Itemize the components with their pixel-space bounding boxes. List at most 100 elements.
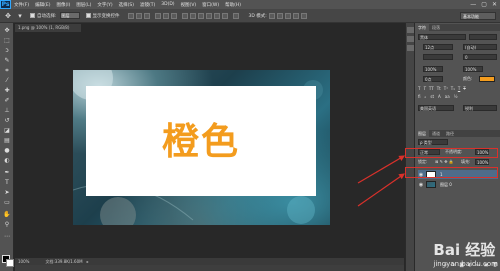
tool-preset-icon[interactable]: ▾ [16,12,24,20]
properties-icon[interactable] [407,36,414,42]
lasso-tool-icon[interactable]: ↄ [2,46,12,55]
subscript-button[interactable]: T₁ [451,86,455,92]
path-select-tool-icon[interactable]: ➤ [2,188,12,197]
blur-tool-icon[interactable]: ● [2,146,12,155]
move-tool-icon[interactable]: ✥ [2,26,12,35]
distribute-left-icon[interactable] [205,12,212,19]
menu-view[interactable]: 视图(V) [178,2,200,8]
align-top-icon[interactable] [127,12,134,19]
character-icon[interactable] [407,45,414,51]
quick-select-tool-icon[interactable]: ✎ [2,56,12,65]
3d-slide-icon[interactable] [292,12,299,19]
distribute-bottom-icon[interactable] [197,12,204,19]
align-bottom-icon[interactable] [143,12,150,19]
swash-button[interactable]: ℴ [425,94,427,100]
auto-align-icon[interactable] [232,12,239,19]
auto-select-checkbox[interactable] [30,13,35,18]
menu-select[interactable]: 选择(S) [116,2,137,8]
align-right-icon[interactable] [170,12,177,19]
fraction-button[interactable]: ½ [454,94,458,100]
auto-select-dropdown[interactable]: 图层 [59,12,80,19]
tab-paths[interactable]: 路径 [443,131,457,137]
3d-scale-icon[interactable] [300,12,307,19]
3d-roll-icon[interactable] [276,12,283,19]
leading-field[interactable]: (自动) [463,44,497,50]
ordinal-button[interactable]: aa [445,94,450,100]
3d-pan-icon[interactable] [284,12,291,19]
ligature-button[interactable]: fi [418,94,421,100]
distribute-hcenter-icon[interactable] [213,12,220,19]
show-transform-checkbox[interactable] [85,13,91,18]
antialias-dropdown[interactable]: 锐利 [463,105,497,111]
maximize-icon[interactable]: ▢ [481,1,487,8]
document-tab[interactable]: 1.png @ 100% (1, RGB/8) [15,24,81,32]
rectangle-tool-icon[interactable]: ▭ [2,198,12,207]
tracking-field[interactable]: 0 [463,54,497,60]
distribute-vcenter-icon[interactable] [189,12,196,19]
minimize-icon[interactable]: — [470,1,476,8]
crop-tool-icon[interactable]: ⌗ [2,66,12,75]
close-icon[interactable]: ✕ [492,1,497,8]
menu-window[interactable]: 窗口(W) [199,2,222,8]
scale-h-field[interactable]: 100% [423,66,443,72]
menu-help[interactable]: 帮助(H) [222,2,244,8]
font-size-field[interactable]: 12点 [423,44,453,50]
orange-text-layer[interactable]: 橙色 [86,118,316,166]
layer-kind-filter[interactable]: ρ 类型 [418,139,448,145]
faux-italic-button[interactable]: T [423,86,425,92]
faux-bold-button[interactable]: T [418,86,420,92]
3d-rotate-icon[interactable] [268,12,275,19]
background-color-swatch[interactable] [6,259,14,267]
eraser-tool-icon[interactable]: ◪ [2,126,12,135]
font-family-field[interactable]: 黑体 [418,34,466,40]
align-hcenter-icon[interactable] [162,12,169,19]
scale-v-field[interactable]: 100% [463,66,483,72]
menu-3d[interactable]: 3D(D) [158,2,177,7]
all-caps-button[interactable]: TT [429,86,434,92]
history-brush-tool-icon[interactable]: ↺ [2,116,12,125]
superscript-button[interactable]: T¹ [444,86,448,92]
stylistic-button[interactable]: st [430,94,434,100]
text-color-swatch[interactable] [479,76,495,82]
tab-paragraph[interactable]: 段落 [429,25,443,31]
eyedropper-tool-icon[interactable]: ⁄ [2,76,12,85]
lock-icons[interactable]: ⊠ ✎ ✥ 🔒 [435,158,454,165]
history-icon[interactable] [407,27,414,33]
stamp-tool-icon[interactable]: ⊥ [2,106,12,115]
menu-filter[interactable]: 滤镜(T) [137,2,158,8]
move-tool-icon[interactable]: ✥ [4,12,12,20]
brush-tool-icon[interactable]: ✐ [2,96,12,105]
distribute-right-icon[interactable] [221,12,228,19]
titling-button[interactable]: A [438,94,441,100]
align-left-icon[interactable] [154,12,161,19]
healing-tool-icon[interactable]: ✚ [2,86,12,95]
type-tool-icon[interactable]: T [2,178,12,187]
menu-edit[interactable]: 编辑(E) [32,2,53,8]
menu-image[interactable]: 图像(I) [53,2,73,8]
tab-layers[interactable]: 图层 [415,130,429,137]
visibility-eye-icon[interactable]: ◉ [418,182,424,188]
menu-type[interactable]: 文字(Y) [94,2,115,8]
pen-tool-icon[interactable]: ✒ [2,168,12,177]
gradient-tool-icon[interactable]: ▤ [2,136,12,145]
font-style-field[interactable] [469,34,497,40]
menu-file[interactable]: 文件(F) [11,2,32,8]
zoom-level[interactable]: 100% [18,259,29,264]
baseline-field[interactable]: 0点 [423,76,443,82]
menu-layer[interactable]: 图层(L) [73,2,94,8]
hand-tool-icon[interactable]: ✋ [2,210,12,219]
status-arrow-icon[interactable]: ▸ [87,259,89,264]
layer-row-0[interactable]: ◉ 图层 0 [418,180,498,189]
align-vcenter-icon[interactable] [135,12,142,19]
distribute-top-icon[interactable] [181,12,188,19]
dodge-tool-icon[interactable]: ◐ [2,156,12,165]
tab-channels[interactable]: 通道 [429,131,443,137]
marquee-tool-icon[interactable]: ⬚ [2,36,12,45]
edit-toolbar-icon[interactable]: ⋯ [2,232,12,241]
small-caps-button[interactable]: Tt [437,86,441,92]
zoom-tool-icon[interactable]: ⚲ [2,220,12,229]
fill-field[interactable]: 100% [475,159,489,165]
underline-button[interactable]: T [458,86,460,92]
language-dropdown[interactable]: 美国英语 [418,105,454,111]
tab-character[interactable]: 字符 [415,24,429,31]
